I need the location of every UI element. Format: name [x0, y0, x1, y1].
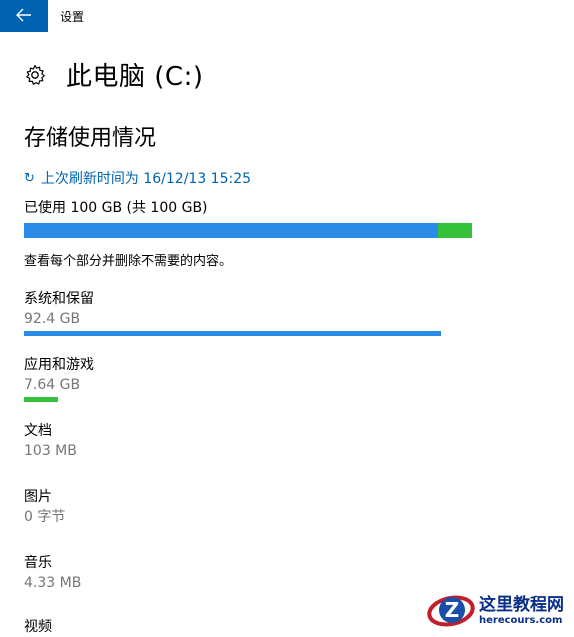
title-bar: 设置: [0, 0, 574, 32]
app-title: 设置: [60, 10, 85, 24]
total-bar-system-segment: [24, 223, 438, 238]
site-watermark: Z 这里教程网 herecours.com: [425, 588, 574, 633]
watermark-logo-icon: Z: [425, 588, 477, 633]
total-bar-apps-segment: [438, 223, 472, 238]
section-title: 存储使用情况: [24, 126, 157, 151]
category-music[interactable]: 音乐 4.33 MB: [24, 553, 81, 593]
category-name: 系统和保留: [24, 291, 94, 307]
category-usage-bar: [24, 397, 58, 402]
category-size: 7.64 GB: [24, 377, 81, 393]
description-text: 查看每个部分并删除不需要的内容。: [24, 254, 233, 269]
category-apps-games[interactable]: 应用和游戏 7.64 GB: [24, 355, 94, 402]
gear-icon: [22, 62, 48, 88]
category-name: 文档: [24, 423, 52, 439]
watermark-cn: 这里教程网: [479, 594, 564, 615]
category-name: 音乐: [24, 555, 52, 571]
category-system-reserved[interactable]: 系统和保留 92.4 GB: [24, 289, 441, 336]
refresh-link[interactable]: ↻ 上次刷新时间为 16/12/13 15:25: [24, 168, 251, 188]
back-button[interactable]: [0, 0, 48, 32]
svg-text:Z: Z: [445, 598, 460, 622]
refresh-label: 上次刷新时间为 16/12/13 15:25: [40, 171, 252, 187]
page-title: 此电脑 (C:): [66, 62, 204, 92]
category-size: 0 字节: [24, 509, 66, 525]
category-size: 103 MB: [24, 443, 77, 459]
total-usage-bar: [24, 223, 472, 238]
category-documents[interactable]: 文档 103 MB: [24, 421, 77, 461]
category-videos[interactable]: 视频: [24, 617, 52, 637]
watermark-text: 这里教程网 herecours.com: [479, 595, 564, 627]
refresh-icon: ↻: [24, 170, 35, 186]
category-name: 视频: [24, 619, 52, 635]
category-name: 图片: [24, 489, 52, 505]
watermark-en: herecours.com: [479, 614, 563, 626]
back-arrow-icon: [16, 7, 32, 26]
category-usage-bar: [24, 331, 441, 336]
category-size: 4.33 MB: [24, 575, 82, 591]
category-pictures[interactable]: 图片 0 字节: [24, 487, 65, 527]
used-space-label: 已使用 100 GB (共 100 GB): [24, 200, 208, 216]
page-header: 此电脑 (C:): [22, 56, 203, 93]
category-size: 92.4 GB: [24, 311, 81, 327]
category-name: 应用和游戏: [24, 357, 94, 373]
